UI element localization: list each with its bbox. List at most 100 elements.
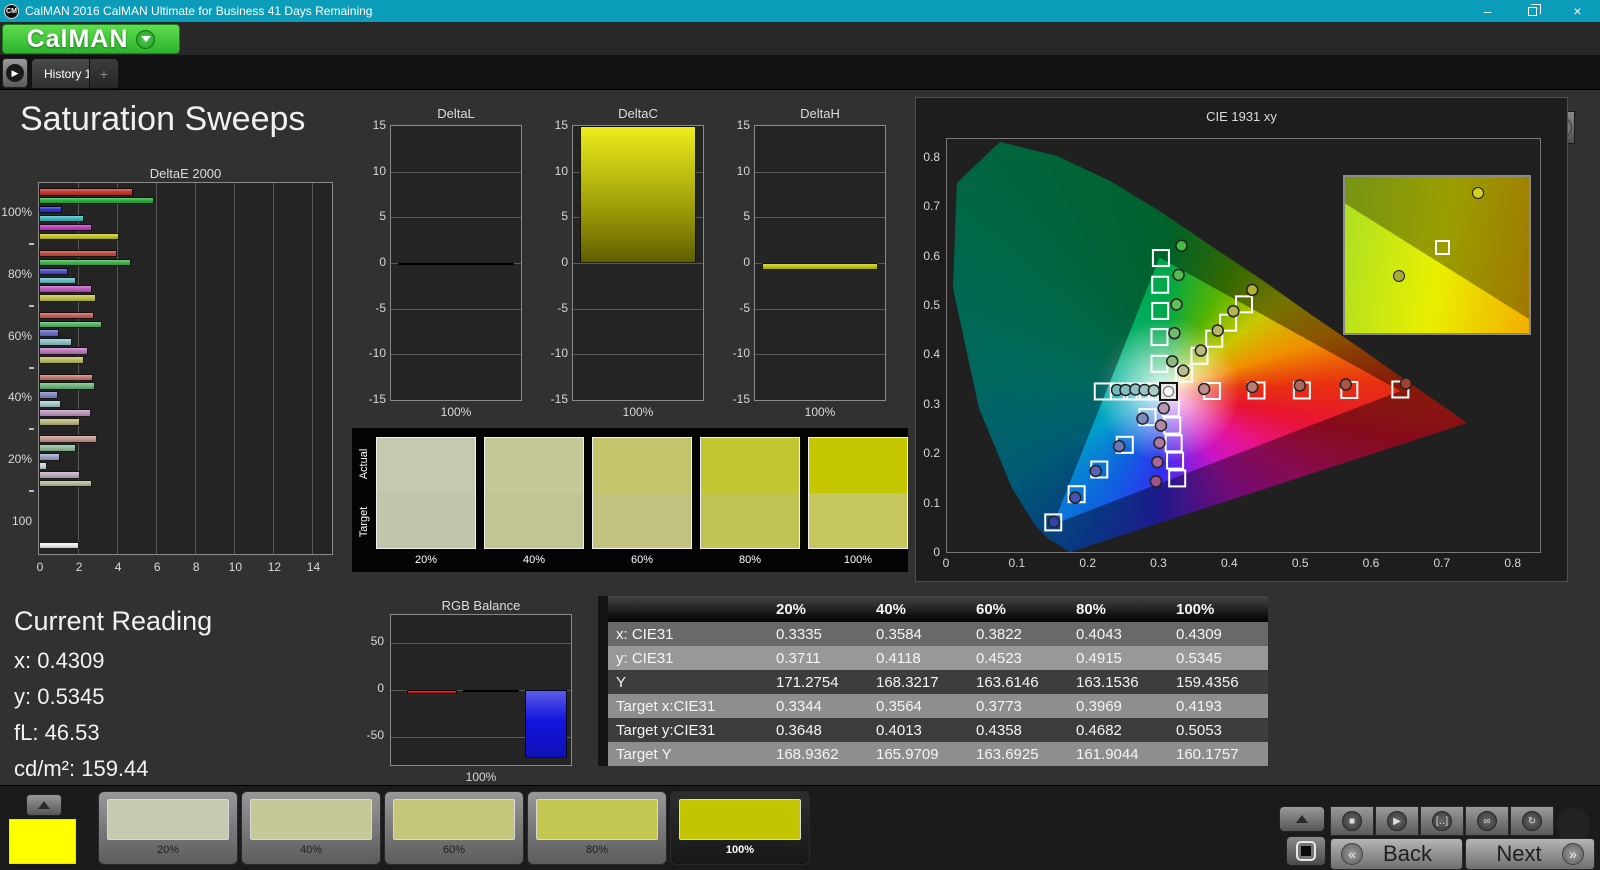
page-title: Saturation Sweeps (20, 100, 306, 138)
y-tick-label: 0.1 (923, 495, 940, 510)
calman-menu-button[interactable]: CalMAN (2, 24, 180, 54)
deltae-chart-title: DeltaE 2000 (149, 166, 222, 181)
calman-logo: CalMAN (26, 24, 129, 53)
deltae-bar (39, 347, 88, 355)
cell-value: 0.4523 (968, 646, 1068, 670)
pattern-button-20%[interactable]: 20% (98, 791, 238, 865)
collapse-pattern-panel-button[interactable] (26, 794, 62, 816)
deltae-bar (39, 188, 133, 196)
measurement-point (1089, 464, 1102, 478)
pattern-button-100%[interactable]: 100% (670, 791, 810, 865)
collapse-controls-button[interactable] (1279, 806, 1325, 832)
gridline (391, 217, 521, 219)
cell-value: 0.3822 (968, 622, 1068, 646)
pattern-button-60%[interactable]: 60% (384, 791, 524, 865)
y-tick-label: 5 (743, 209, 750, 224)
cell-value: 0.4118 (868, 646, 968, 670)
cell-value: 0.4013 (868, 718, 968, 742)
current-reading-title: Current Reading (14, 606, 213, 636)
swatch-label: 60% (630, 554, 654, 566)
swatch-row-label: Actual (358, 448, 370, 480)
white-point-measurement (1162, 385, 1175, 398)
x-tick-label: 10 (228, 560, 242, 574)
gridline (573, 354, 703, 356)
saturation-swatch-panel: Actual Target 20% 40% 60% 80% 100% (352, 428, 908, 572)
measurement-point (1194, 344, 1208, 357)
deltae-bar (39, 479, 92, 488)
deltae-bar (39, 311, 94, 320)
x-tick-label: 6 (153, 560, 161, 574)
stop-button[interactable]: ■ (1330, 806, 1374, 836)
group-label: 80% (7, 266, 32, 281)
measurement-point (1227, 304, 1240, 318)
column-header: 100% (1176, 600, 1215, 618)
row-notch (598, 646, 608, 670)
deltae-bar (39, 453, 60, 461)
cell-value: 171.2754 (768, 670, 868, 694)
deltae-bar (39, 329, 59, 338)
pattern-window-button[interactable] (1286, 836, 1326, 866)
deltae-bar (39, 249, 118, 258)
measurement-point (1136, 412, 1149, 425)
cell-value: 0.3584 (868, 622, 968, 646)
table-row: Target x:CIE31 0.3344 0.3564 0.3773 0.3969 0.… (598, 694, 1268, 718)
target-square (1150, 354, 1169, 373)
deltae-bar (39, 356, 84, 364)
y-tick-label: 10 (372, 163, 386, 178)
logo-strip: CalMAN (0, 22, 1600, 63)
measurement-point (1166, 355, 1179, 368)
deltae-y-axis: 100% 80% 60% 40% 20% 100 (0, 182, 34, 555)
tab-scroll-button[interactable]: ▶ (2, 58, 28, 88)
cell-value: 168.9362 (768, 742, 868, 766)
pattern-button-80%[interactable]: 80% (527, 791, 667, 865)
deltae-bar (39, 400, 62, 408)
close-button[interactable]: × (1555, 0, 1600, 22)
window-titlebar[interactable]: CM CalMAN 2016 CalMAN Ultimate for Busin… (0, 0, 1600, 22)
swatch (376, 437, 476, 549)
minimize-button[interactable]: – (1465, 0, 1510, 22)
y-tick-label: 0 (379, 255, 386, 269)
row-notch (598, 670, 608, 694)
delta-bar (398, 263, 514, 265)
cell-value: 160.1757 (1168, 742, 1268, 766)
pattern-button-40%[interactable]: 40% (241, 791, 381, 865)
y-tick-label: 15 (736, 118, 750, 132)
play-button[interactable]: ▶ (1375, 806, 1419, 836)
loop-brackets-button[interactable]: [‥] (1420, 806, 1464, 836)
row-label: Target Y (608, 742, 768, 766)
gridline (156, 183, 158, 554)
add-tab-button[interactable]: + (89, 58, 119, 89)
gridline (573, 263, 703, 264)
delta-chart-x-label: 100% (622, 405, 654, 419)
swatch-target (701, 493, 799, 548)
restore-button[interactable] (1510, 0, 1555, 22)
cie-zoom-inset (1343, 175, 1531, 335)
cell-value: 0.3648 (768, 718, 868, 742)
measurement-point (1197, 382, 1211, 396)
swatch-actual (485, 438, 583, 493)
row-notch (598, 622, 608, 646)
back-button[interactable]: « Back (1330, 838, 1463, 870)
next-arrows-icon: » (1562, 843, 1584, 865)
pattern-label: 80% (585, 844, 609, 856)
reading-value: y: 0.5345 (14, 684, 105, 709)
delta-chart-x-label: 100% (804, 405, 836, 419)
row-label: Target y:CIE31 (608, 718, 768, 742)
refresh-button[interactable]: ↻ (1510, 806, 1554, 836)
deltae-bar (39, 418, 81, 426)
cell-value: 0.4682 (1068, 718, 1168, 742)
next-button[interactable]: Next » (1465, 838, 1595, 870)
swatch-label: 100% (843, 554, 873, 566)
delta-chart-plot (390, 125, 522, 401)
back-label: Back (1383, 841, 1432, 866)
deltae-chart (38, 182, 333, 555)
row-notch (598, 742, 608, 766)
measurement-point (1157, 402, 1170, 415)
row-notch (598, 718, 608, 742)
swatch-target (377, 493, 475, 548)
y-tick-label: -15 (732, 392, 750, 406)
gridline (755, 217, 885, 219)
continuous-button[interactable]: ∞ (1465, 806, 1509, 836)
y-tick-label: 5 (379, 209, 386, 224)
y-tick-label: -50 (366, 727, 384, 742)
